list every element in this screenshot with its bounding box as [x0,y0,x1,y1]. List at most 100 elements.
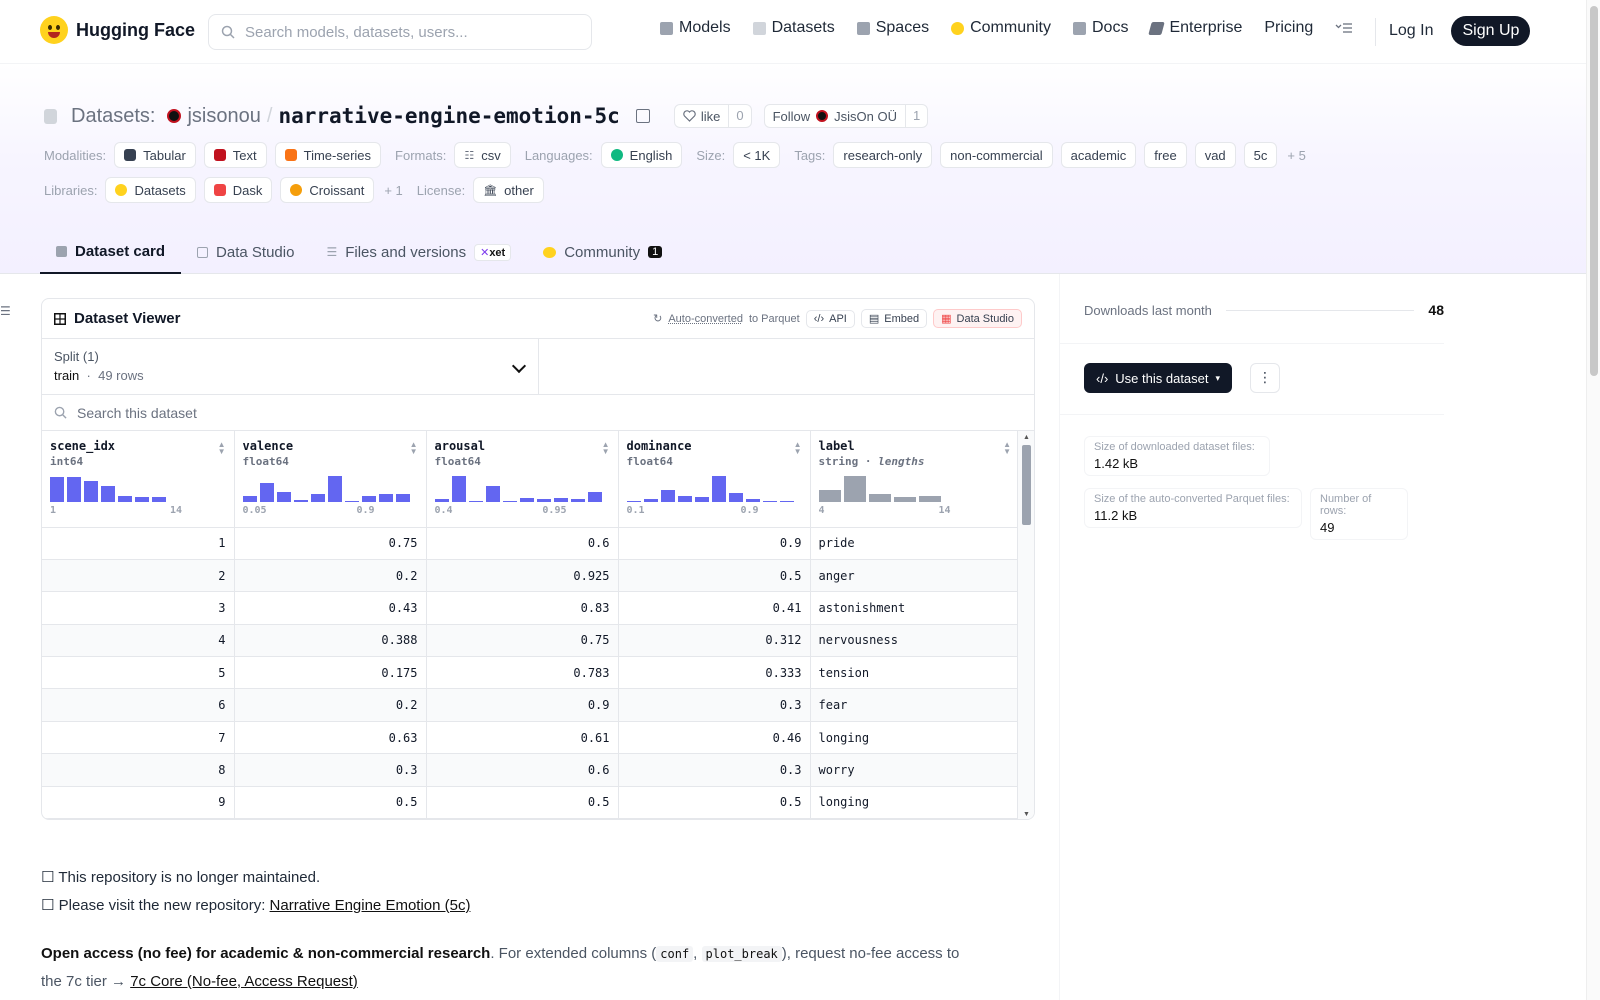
toc-toggle-icon[interactable]: ☰ [0,304,11,318]
nav-models[interactable]: Models [660,19,731,37]
copy-icon[interactable] [635,109,650,123]
table-cell-label[interactable]: anger [810,559,1019,593]
repo-name[interactable]: narrative-engine-emotion-5c [278,104,619,128]
auto-converted-link[interactable]: Auto-converted [668,313,743,325]
histogram-bar[interactable] [101,486,115,502]
sort-icon[interactable]: ▲ ▼ [1003,441,1011,456]
table-cell-scene_idx[interactable]: 6 [42,688,235,722]
histogram-bar[interactable] [711,476,726,502]
size-chip[interactable]: < 1K [733,142,781,168]
table-cell-dominance[interactable]: 0.41 [618,591,811,625]
modality-timeseries-chip[interactable]: Time-series [274,142,382,168]
table-row[interactable]: 3 0.43 0.83 0.41 astonishment [42,591,1019,625]
histogram-bar[interactable] [745,498,760,502]
table-row[interactable]: 8 0.3 0.6 0.3 worry [42,753,1019,787]
table-cell-label[interactable]: longing [810,721,1019,755]
table-cell-scene_idx[interactable]: 3 [42,591,235,625]
table-cell-arousal[interactable]: 0.9 [426,688,619,722]
histogram-bar[interactable] [152,497,166,502]
column-header-scene_idx[interactable]: scene_idx int64 ▲ ▼ 1 14 [42,431,235,528]
table-row[interactable]: 5 0.175 0.783 0.333 tension [42,656,1019,690]
histogram-bar[interactable] [451,476,466,502]
table-row[interactable]: 6 0.2 0.9 0.3 fear [42,688,1019,722]
modality-tabular-chip[interactable]: Tabular [114,142,196,168]
table-cell-valence[interactable]: 0.75 [234,527,427,560]
table-cell-dominance[interactable]: 0.46 [618,721,811,755]
table-cell-arousal[interactable]: 0.6 [426,527,619,560]
table-cell-arousal[interactable]: 0.5 [426,786,619,819]
sort-icon[interactable]: ▲ ▼ [602,441,610,456]
use-dataset-button[interactable]: ‹/› Use this dataset ▾ [1084,363,1233,393]
new-repo-link[interactable]: Narrative Engine Emotion (5c) [270,897,471,914]
histogram-bar[interactable] [67,477,81,502]
histogram-bar[interactable] [626,500,641,502]
column-header-label[interactable]: label string · lengths ▲ ▼ 4 14 [810,431,1019,528]
table-cell-scene_idx[interactable]: 5 [42,656,235,690]
table-cell-label[interactable]: worry [810,753,1019,787]
histogram-bar[interactable] [327,476,342,502]
sort-icon[interactable]: ▲ ▼ [218,441,226,456]
login-link[interactable]: Log In [1389,22,1433,40]
histogram-bar[interactable] [378,494,393,502]
table-cell-scene_idx[interactable]: 8 [42,753,235,787]
modality-text-chip[interactable]: Text [203,142,267,168]
embed-button[interactable]: ▤ Embed [860,309,928,328]
column-header-arousal[interactable]: arousal float64 ▲ ▼ 0.4 0.95 [426,431,619,528]
table-cell-label[interactable]: fear [810,688,1019,722]
repo-type-label[interactable]: Datasets: [71,105,155,128]
histogram-bar[interactable] [868,494,891,502]
table-cell-arousal[interactable]: 0.83 [426,591,619,625]
histogram-bar[interactable] [135,497,149,502]
global-search[interactable] [208,14,592,50]
histogram-bar[interactable] [918,496,941,502]
histogram-bar[interactable] [818,490,841,502]
table-cell-arousal[interactable]: 0.925 [426,559,619,593]
like-button[interactable]: like 0 [673,104,752,128]
histogram-bar[interactable] [694,497,709,502]
tab-community[interactable]: Community 1 [527,230,678,274]
histogram-bar[interactable] [570,499,585,502]
table-cell-dominance[interactable]: 0.5 [618,786,811,819]
column-header-dominance[interactable]: dominance float64 ▲ ▼ 0.1 0.9 [618,431,811,528]
table-row[interactable]: 9 0.5 0.5 0.5 longing [42,786,1019,819]
nav-more-menu[interactable] [1335,22,1353,34]
histogram-bar[interactable] [434,498,449,502]
histogram-bar[interactable] [660,490,675,502]
table-cell-valence[interactable]: 0.3 [234,753,427,787]
7c-core-link[interactable]: 7c Core (No-fee, Access Request) [130,973,358,990]
tab-dataset-card[interactable]: Dataset card [40,230,182,274]
scroll-up-icon[interactable]: ▲ [1023,434,1030,441]
library-dask-chip[interactable]: Dask [203,177,273,203]
nav-docs[interactable]: Docs [1073,19,1128,37]
table-cell-arousal[interactable]: 0.61 [426,721,619,755]
table-cell-dominance[interactable]: 0.3 [618,688,811,722]
histogram-bar[interactable] [643,498,658,502]
table-cell-dominance[interactable]: 0.333 [618,656,811,690]
table-cell-valence[interactable]: 0.63 [234,721,427,755]
tag-chip[interactable]: academic [1060,142,1137,168]
table-cell-label[interactable]: longing [810,786,1019,819]
license-chip[interactable]: 🏛 other [473,177,544,203]
histogram-bar[interactable] [553,498,568,502]
table-cell-label[interactable]: nervousness [810,624,1019,658]
histogram-bar[interactable] [728,492,743,502]
more-options-button[interactable]: ⋮ [1250,363,1280,393]
scroll-down-icon[interactable]: ▼ [1023,811,1030,818]
histogram-bar[interactable] [259,482,274,502]
table-cell-arousal[interactable]: 0.6 [426,753,619,787]
tag-chip[interactable]: 5c [1243,142,1278,168]
histogram-bar[interactable] [242,495,257,502]
sort-icon[interactable]: ▲ ▼ [794,441,802,456]
histogram-bar[interactable] [50,477,64,502]
tag-chip[interactable]: free [1144,142,1187,168]
tab-data-studio[interactable]: Data Studio [181,230,310,274]
sort-icon[interactable]: ▲ ▼ [410,441,418,456]
histogram-bar[interactable] [361,495,376,502]
library-datasets-chip[interactable]: Datasets [105,177,196,203]
table-cell-scene_idx[interactable]: 7 [42,721,235,755]
histogram-bar[interactable] [276,491,291,502]
histogram-bar[interactable] [118,495,132,502]
table-cell-dominance[interactable]: 0.9 [618,527,811,560]
table-cell-dominance[interactable]: 0.5 [618,559,811,593]
api-button[interactable]: ‹/› API [805,309,855,328]
